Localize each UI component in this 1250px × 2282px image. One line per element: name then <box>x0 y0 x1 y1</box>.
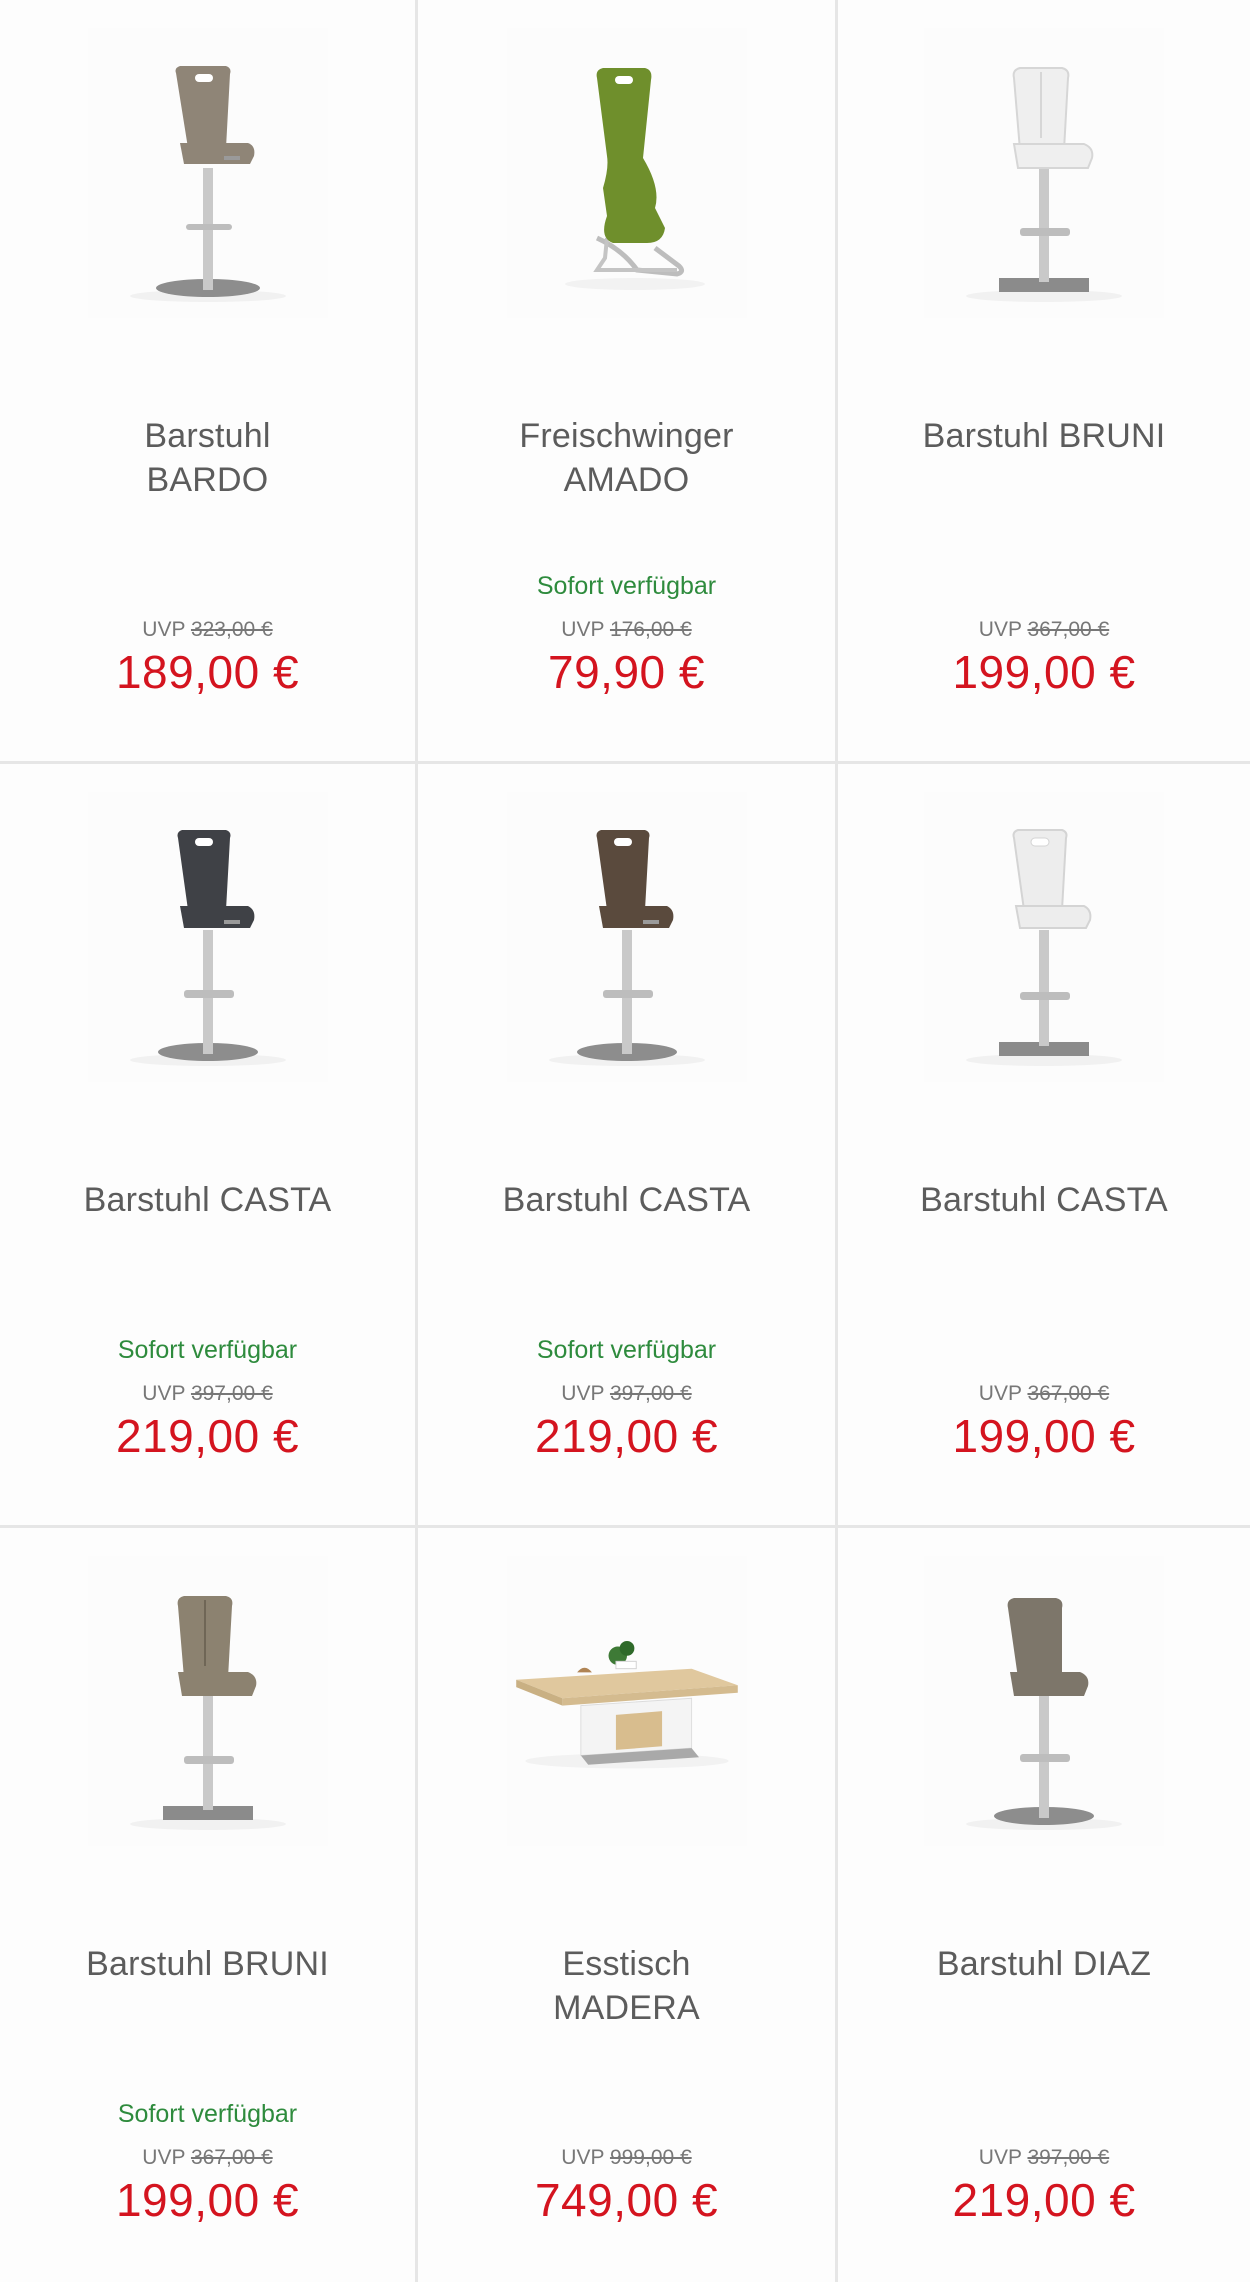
product-image[interactable] <box>506 28 747 318</box>
uvp-label: UVP <box>561 618 605 641</box>
product-price: 219,00 € <box>952 2174 1136 2226</box>
bar-stool-icon <box>966 1598 1122 1830</box>
uvp-label: UVP <box>978 2146 1022 2169</box>
product-price: 79,90 € <box>548 646 705 698</box>
uvp-old-price: 397,00 € <box>190 1382 273 1405</box>
product-price: 749,00 € <box>534 2174 719 2226</box>
uvp-label: UVP <box>142 1382 186 1405</box>
product-title[interactable]: Barstuhl BRUNI <box>858 414 1230 458</box>
uvp-price: UVP 397,00 € <box>418 1380 835 1408</box>
product-image[interactable] <box>924 28 1164 318</box>
uvp-label: UVP <box>142 2146 186 2169</box>
uvp-price: UVP 176,00 € <box>418 616 835 644</box>
product-image[interactable] <box>506 1556 747 1846</box>
product-card[interactable]: Barstuhl CASTA Sofort verfügbar UVP 397,… <box>418 764 838 1528</box>
availability-status: Sofort verfügbar <box>536 1336 717 1364</box>
product-card[interactable]: Barstuhl BRUNI Sofort verfügbar UVP 367,… <box>0 1528 418 2282</box>
product-price: 199,00 € <box>952 1410 1136 1462</box>
product-image[interactable] <box>87 28 328 318</box>
availability-status: Sofort verfügbar <box>117 2100 298 2128</box>
availability-status: Sofort verfügbar <box>536 572 717 600</box>
product-grid: Barstuhl BARDO UVP 323,00 € 189,00 € Fre… <box>0 0 1250 2282</box>
product-price: 199,00 € <box>115 2174 300 2226</box>
product-price: 189,00 € <box>115 646 300 698</box>
uvp-old-price: 999,00 € <box>609 2146 692 2169</box>
uvp-price: UVP 367,00 € <box>838 1380 1250 1408</box>
uvp-old-price: 397,00 € <box>1027 2146 1110 2169</box>
uvp-old-price: 367,00 € <box>1027 1382 1110 1405</box>
product-card[interactable]: Esstisch MADERA UVP 999,00 € 749,00 € <box>418 1528 838 2282</box>
product-title[interactable]: Barstuhl BRUNI <box>20 1942 395 1986</box>
uvp-price: UVP 323,00 € <box>0 616 415 644</box>
bar-stool-handle-icon <box>129 830 286 1066</box>
uvp-label: UVP <box>978 618 1022 641</box>
product-title[interactable]: Barstuhl CASTA <box>438 1178 815 1222</box>
product-price: 219,00 € <box>115 1410 300 1462</box>
uvp-old-price: 367,00 € <box>190 2146 273 2169</box>
uvp-price: UVP 999,00 € <box>418 2144 835 2172</box>
bar-stool-icon <box>966 67 1122 302</box>
uvp-old-price: 367,00 € <box>1027 618 1110 641</box>
uvp-price: UVP 397,00 € <box>0 1380 415 1408</box>
product-image[interactable] <box>924 792 1164 1082</box>
product-price: 219,00 € <box>534 1410 719 1462</box>
product-card[interactable]: Barstuhl DIAZ UVP 397,00 € 219,00 € <box>838 1528 1250 2282</box>
product-card[interactable]: Barstuhl CASTA UVP 367,00 € 199,00 € <box>838 764 1250 1528</box>
uvp-old-price: 397,00 € <box>609 1382 692 1405</box>
product-card[interactable]: Barstuhl CASTA Sofort verfügbar UVP 397,… <box>0 764 418 1528</box>
product-title[interactable]: Barstuhl CASTA <box>20 1178 395 1222</box>
product-title[interactable]: Freischwinger AMADO <box>438 414 815 502</box>
uvp-price: UVP 367,00 € <box>0 2144 415 2172</box>
uvp-old-price: 323,00 € <box>190 618 273 641</box>
product-image[interactable] <box>506 792 747 1082</box>
product-title[interactable]: Esstisch MADERA <box>438 1942 815 2030</box>
uvp-label: UVP <box>142 618 186 641</box>
uvp-old-price: 176,00 € <box>609 618 692 641</box>
uvp-label: UVP <box>978 1382 1022 1405</box>
product-title[interactable]: Barstuhl CASTA <box>858 1178 1230 1222</box>
uvp-label: UVP <box>561 1382 605 1405</box>
cantilever-chair-icon <box>564 68 705 290</box>
product-price: 199,00 € <box>952 646 1136 698</box>
bar-stool-icon <box>129 1596 286 1830</box>
product-title[interactable]: Barstuhl BARDO <box>20 414 395 502</box>
product-card[interactable]: Freischwinger AMADO Sofort verfügbar UVP… <box>418 0 838 764</box>
product-card[interactable]: Barstuhl BARDO UVP 323,00 € 189,00 € <box>0 0 418 764</box>
dining-table-icon <box>515 1641 738 1769</box>
bar-stool-handle-icon <box>966 829 1122 1066</box>
availability-status: Sofort verfügbar <box>117 1336 298 1364</box>
uvp-price: UVP 397,00 € <box>838 2144 1250 2172</box>
product-image[interactable] <box>87 792 328 1082</box>
product-image[interactable] <box>87 1556 328 1846</box>
bar-stool-handle-icon <box>548 830 705 1066</box>
product-title[interactable]: Barstuhl DIAZ <box>858 1942 1230 1986</box>
uvp-label: UVP <box>561 2146 605 2169</box>
bar-stool-handle-icon <box>129 66 286 302</box>
product-image[interactable] <box>924 1556 1164 1846</box>
uvp-price: UVP 367,00 € <box>838 616 1250 644</box>
product-card[interactable]: Barstuhl BRUNI UVP 367,00 € 199,00 € <box>838 0 1250 764</box>
